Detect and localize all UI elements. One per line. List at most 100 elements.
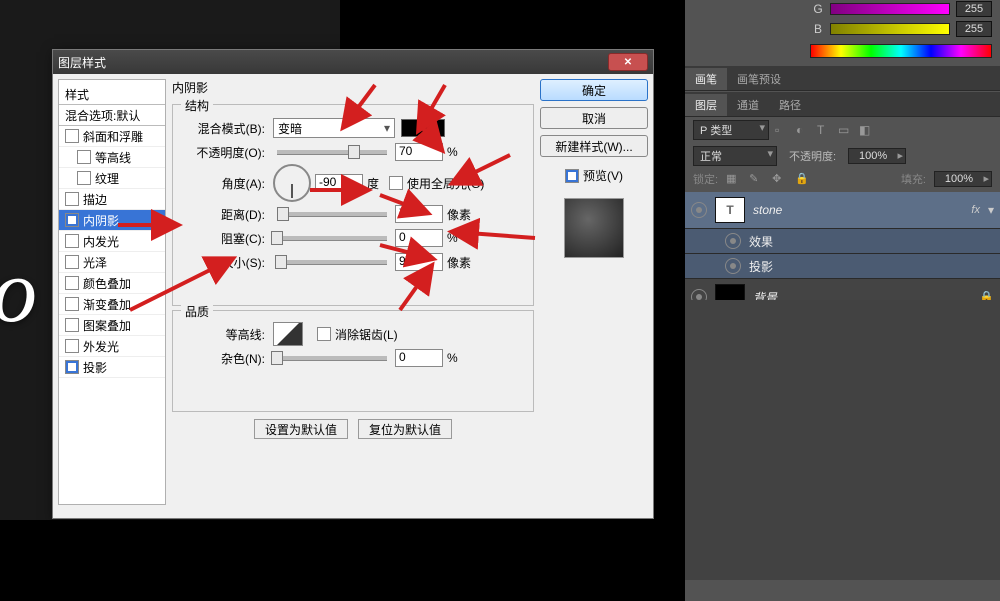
shadow-color-swatch[interactable]: [401, 119, 445, 137]
distance-slider[interactable]: [277, 212, 387, 217]
tab-paths[interactable]: 路径: [769, 94, 811, 116]
layer-dropshadow-row[interactable]: 投影: [685, 254, 1000, 279]
size-slider[interactable]: [277, 260, 387, 265]
size-input[interactable]: 9: [395, 253, 443, 271]
global-light-label: 使用全局光(G): [407, 175, 484, 192]
canvas-text: o: [0, 240, 37, 343]
style-inner-shadow[interactable]: 内阴影: [59, 210, 165, 231]
dialog-title: 图层样式: [58, 54, 608, 71]
layer-effects-row[interactable]: 效果: [685, 229, 1000, 254]
style-outer-glow[interactable]: 外发光: [59, 336, 165, 357]
style-pattern-overlay[interactable]: 图案叠加: [59, 315, 165, 336]
style-bevel[interactable]: 斜面和浮雕: [59, 126, 165, 147]
filter-smart-icon[interactable]: ◧: [859, 123, 874, 138]
style-drop-shadow[interactable]: 投影: [59, 357, 165, 378]
filter-adj-icon[interactable]: ◐: [796, 123, 811, 138]
dialog-buttons: 确定 取消 新建样式(W)... 预览(V): [540, 79, 648, 505]
layer-thumb: T: [715, 197, 745, 223]
filter-type-icon[interactable]: T: [817, 123, 832, 138]
visibility-icon[interactable]: [725, 233, 741, 249]
fill-label: 填充:: [901, 171, 926, 187]
opacity-input[interactable]: 70: [395, 143, 443, 161]
opacity-label: 不透明度(O):: [183, 144, 269, 161]
titlebar[interactable]: 图层样式 ✕: [53, 50, 653, 74]
visibility-icon[interactable]: [691, 202, 707, 218]
blendmode-label: 混合模式(B):: [183, 120, 269, 137]
styles-header[interactable]: 样式: [59, 84, 165, 105]
layer-fill[interactable]: 100%: [934, 171, 992, 187]
cancel-button[interactable]: 取消: [540, 107, 648, 129]
new-style-button[interactable]: 新建样式(W)...: [540, 135, 648, 157]
distance-label: 距离(D):: [183, 206, 269, 223]
style-stroke[interactable]: 描边: [59, 189, 165, 210]
quality-legend: 品质: [181, 303, 213, 320]
dropshadow-label: 投影: [749, 258, 773, 275]
right-panels: G 255 B 255 画笔 画笔预设 图层 通道 路径 P 类型 ▫ ◐ T …: [685, 0, 1000, 601]
style-texture[interactable]: 纹理: [59, 168, 165, 189]
reset-default-button[interactable]: 复位为默认值: [358, 419, 452, 439]
g-label: G: [812, 2, 824, 16]
g-slider[interactable]: [830, 3, 950, 15]
g-value[interactable]: 255: [956, 1, 992, 17]
filter-img-icon[interactable]: ▫: [775, 123, 790, 138]
choke-input[interactable]: 0: [395, 229, 443, 247]
layer-name: stone: [753, 203, 963, 217]
tab-brush[interactable]: 画笔: [685, 68, 727, 90]
antialias-cb[interactable]: [317, 327, 331, 341]
tab-channels[interactable]: 通道: [727, 94, 769, 116]
lock-label: 锁定:: [693, 171, 718, 187]
filter-shape-icon[interactable]: ▭: [838, 123, 853, 138]
style-gradient-overlay[interactable]: 渐变叠加: [59, 294, 165, 315]
layer-stone[interactable]: T stone fx ▾: [685, 192, 1000, 229]
ok-button[interactable]: 确定: [540, 79, 648, 101]
settings-area: 内阴影 结构 混合模式(B): 变暗 不透明度(O): 70 % 角度(A):: [172, 79, 534, 505]
lock-move-icon[interactable]: ✥: [772, 172, 787, 187]
style-inner-glow[interactable]: 内发光: [59, 231, 165, 252]
style-contour[interactable]: 等高线: [59, 147, 165, 168]
distance-input[interactable]: 7: [395, 205, 443, 223]
preview-label: 预览(V): [583, 167, 623, 184]
visibility-icon[interactable]: [725, 258, 741, 274]
angle-input[interactable]: -90: [315, 174, 363, 192]
size-label: 大小(S):: [183, 254, 269, 271]
hue-strip[interactable]: [810, 44, 992, 58]
noise-input[interactable]: 0: [395, 349, 443, 367]
structure-legend: 结构: [181, 97, 213, 114]
preview-cb[interactable]: [565, 169, 579, 183]
blendmode-dd[interactable]: 变暗: [273, 118, 395, 138]
tab-brush-preset[interactable]: 画笔预设: [727, 68, 791, 90]
blend-options[interactable]: 混合选项:默认: [59, 105, 165, 126]
fx-badge[interactable]: fx: [971, 204, 980, 216]
lock-all-icon[interactable]: 🔒: [795, 172, 810, 187]
layer-kind-dd[interactable]: P 类型: [693, 120, 769, 140]
close-button[interactable]: ✕: [608, 53, 648, 71]
b-slider[interactable]: [830, 23, 950, 35]
b-value[interactable]: 255: [956, 21, 992, 37]
antialias-label: 消除锯齿(L): [335, 326, 398, 343]
opacity-slider[interactable]: [277, 150, 387, 155]
angle-label: 角度(A):: [183, 175, 269, 192]
contour-picker[interactable]: [273, 322, 303, 346]
tab-layers[interactable]: 图层: [685, 94, 727, 116]
effects-label: 效果: [749, 233, 773, 250]
style-satin[interactable]: 光泽: [59, 252, 165, 273]
collapse-icon[interactable]: ▾: [988, 203, 994, 217]
style-color-overlay[interactable]: 颜色叠加: [59, 273, 165, 294]
noise-slider[interactable]: [277, 356, 387, 361]
b-label: B: [812, 22, 824, 36]
make-default-button[interactable]: 设置为默认值: [254, 419, 348, 439]
styles-list: 样式 混合选项:默认 斜面和浮雕 等高线 纹理 描边 内阴影 内发光 光泽 颜色…: [58, 79, 166, 505]
angle-wheel[interactable]: [273, 164, 311, 202]
lock-paint-icon[interactable]: ✎: [749, 172, 764, 187]
layer-opacity[interactable]: 100%: [848, 148, 906, 164]
noise-label: 杂色(N):: [183, 350, 269, 367]
opacity-label: 不透明度:: [789, 148, 836, 164]
contour-label: 等高线:: [183, 326, 269, 343]
panel-empty: [685, 300, 1000, 580]
blend-normal-dd[interactable]: 正常: [693, 146, 777, 166]
inner-shadow-title: 内阴影: [172, 79, 534, 96]
lock-trans-icon[interactable]: ▦: [726, 172, 741, 187]
choke-slider[interactable]: [277, 236, 387, 241]
global-light-cb[interactable]: [389, 176, 403, 190]
color-sliders: G 255 B 255: [812, 0, 992, 40]
